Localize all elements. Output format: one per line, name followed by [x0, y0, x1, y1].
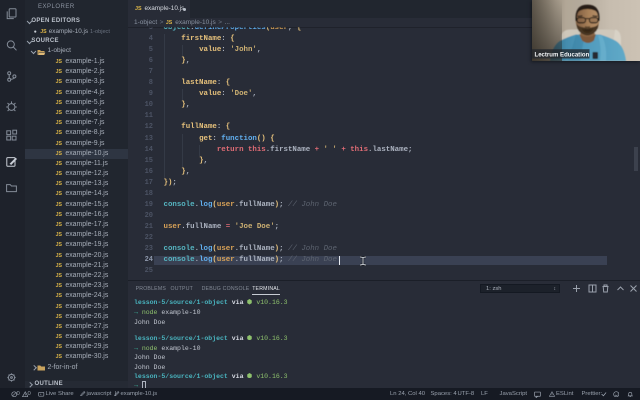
- svg-text:Lectrum Education: Lectrum Education: [535, 53, 590, 59]
